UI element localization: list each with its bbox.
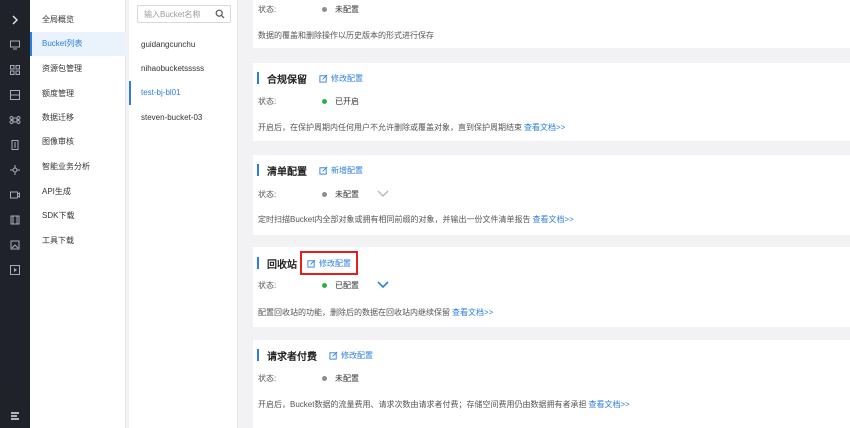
bucket-item[interactable]: guidangcunchu [129,33,238,57]
overview-icon[interactable] [7,37,23,53]
chevron-down-icon[interactable] [377,281,389,289]
edit-icon [319,74,328,83]
bucket-list-panel: guidangcunchu nihaobucketsssss test-bj-b… [129,0,238,428]
status-dot [322,375,327,381]
menu-item-image-review[interactable]: 图像审核 [30,130,126,154]
menu-icon[interactable] [0,404,30,428]
storage-icon[interactable] [7,87,23,103]
inventory-card: 清单配置 新增配置 状态: 未配置 定时扫描Bucket内全部对象或拥有相同前缀… [253,155,850,235]
bucket-item-selected[interactable]: test-bj-bl01 [129,81,238,105]
card-title: 合规保留 [267,74,307,86]
search-icon[interactable] [215,9,225,19]
docs-link[interactable]: 查看文档>> [452,308,493,317]
status-label: 状态: [258,373,277,383]
status-row: 状态: 已配置 [258,279,389,291]
status-label: 状态: [258,96,277,106]
menu-item-api[interactable]: API生成 [30,180,126,204]
docs-link[interactable]: 查看文档>> [588,400,629,409]
status-dot [322,191,327,197]
status-dot [322,6,327,12]
chevron-right-icon[interactable] [7,12,23,28]
status-value: 未配置 [335,189,359,199]
icon-rail [0,0,30,428]
status-value: 已开启 [335,96,359,106]
command-icon[interactable] [7,112,23,128]
add-config-button[interactable]: 新增配置 [317,163,365,177]
menu-item-bucket-list[interactable]: Bucket列表 [30,32,126,56]
building-icon[interactable] [7,137,23,153]
edit-config-label: 修改配置 [341,350,373,360]
docs-link[interactable]: 查看文档>> [532,215,573,224]
status-label: 状态: [258,4,277,14]
card-accent-bar [257,72,259,84]
edit-config-label: 修改配置 [331,73,363,83]
versioning-card: 状态: 未配置 数据的覆盖和删除操作以历史版本的形式进行保存 [253,0,850,48]
bucket-item[interactable]: nihaobucketsssss [129,57,238,81]
menu-item-quota[interactable]: 额度管理 [30,82,126,106]
card-header: 请求者付费 修改配置 [253,348,375,363]
status-label: 状态: [258,189,277,199]
card-accent-bar [257,164,259,176]
menu-item-overview[interactable]: 全局概览 [30,8,126,32]
edit-config-label: 修改配置 [319,258,351,268]
network-icon[interactable] [7,162,23,178]
status-dot [322,282,327,288]
menu-item-tools[interactable]: 工具下载 [30,229,126,253]
card-description: 数据的覆盖和删除操作以历史版本的形式进行保存 [258,31,434,40]
card-title: 请求者付费 [267,351,317,363]
compliance-card: 合规保留 修改配置 状态: 已开启 开启后，在保护周期内任何用户不允许删除或覆盖… [253,63,850,141]
card-header: 清单配置 新增配置 [253,163,365,178]
card-header: 合规保留 修改配置 [253,71,365,86]
edit-config-button[interactable]: 修改配置 [327,348,375,362]
card-description: 配置回收站的功能，删除后的数据在回收站内继续保留 查看文档>> [258,308,494,317]
status-label: 状态: [258,280,277,290]
menu-item-resource-packages[interactable]: 资源包管理 [30,57,126,81]
recycle-bin-card: 回收站 修改配置 状态: 已配置 配置回收站的功能，删除后的数据在回收站内继续保… [253,247,850,327]
bucket-search [137,5,231,23]
status-value: 未配置 [335,4,359,14]
card-description: 定时扫描Bucket内全部对象或拥有相同前缀的对象，并输出一份文件清单报告 查看文… [258,215,574,224]
card-description: 开启后，Bucket数据的流量费用、请求次数由请求者付费；存储空间费用仍由数据拥… [258,400,630,409]
edit-config-button[interactable]: 修改配置 [317,71,365,85]
image-icon[interactable] [7,237,23,253]
card-accent-bar [257,349,259,361]
status-value: 已配置 [335,280,359,290]
status-row: 状态: 未配置 [258,372,359,384]
card-accent-bar [257,257,259,269]
edit-config-button[interactable]: 修改配置 [300,251,358,275]
add-config-label: 新增配置 [331,165,363,175]
requester-pays-card: 请求者付费 修改配置 状态: 未配置 开启后，Bucket数据的流量费用、请求次… [253,340,850,428]
status-value: 未配置 [335,373,359,383]
main-content: 状态: 未配置 数据的覆盖和删除操作以历史版本的形式进行保存 合规保留 修改配置… [240,0,850,428]
bucket-item[interactable]: steven-bucket-03 [129,106,238,130]
bucket-search-input[interactable] [138,6,214,22]
edit-icon [307,259,316,268]
grid-icon[interactable] [7,62,23,78]
monitor-icon[interactable] [7,187,23,203]
card-title: 清单配置 [267,166,307,178]
card-header: 回收站 修改配置 [253,251,358,275]
status-row: 状态: 未配置 [258,3,359,15]
side-menu: 全局概览 Bucket列表 资源包管理 额度管理 数据迁移 图像审核 智能业务分… [30,0,126,428]
chevron-down-icon[interactable] [377,190,389,198]
card-title: 回收站 [267,259,297,271]
status-row: 状态: 已开启 [258,95,359,107]
edit-icon [329,351,338,360]
menu-item-analytics[interactable]: 智能业务分析 [30,155,126,179]
play-icon[interactable] [7,262,23,278]
edit-icon [319,166,328,175]
status-row: 状态: 未配置 [258,188,389,200]
server-icon[interactable] [7,212,23,228]
menu-item-migration[interactable]: 数据迁移 [30,106,126,130]
status-dot [322,98,327,104]
card-description: 开启后，在保护周期内任何用户不允许删除或覆盖对象，直到保护周期结束 查看文档>> [258,123,566,132]
docs-link[interactable]: 查看文档>> [524,123,565,132]
menu-item-sdk[interactable]: SDK下载 [30,204,126,228]
